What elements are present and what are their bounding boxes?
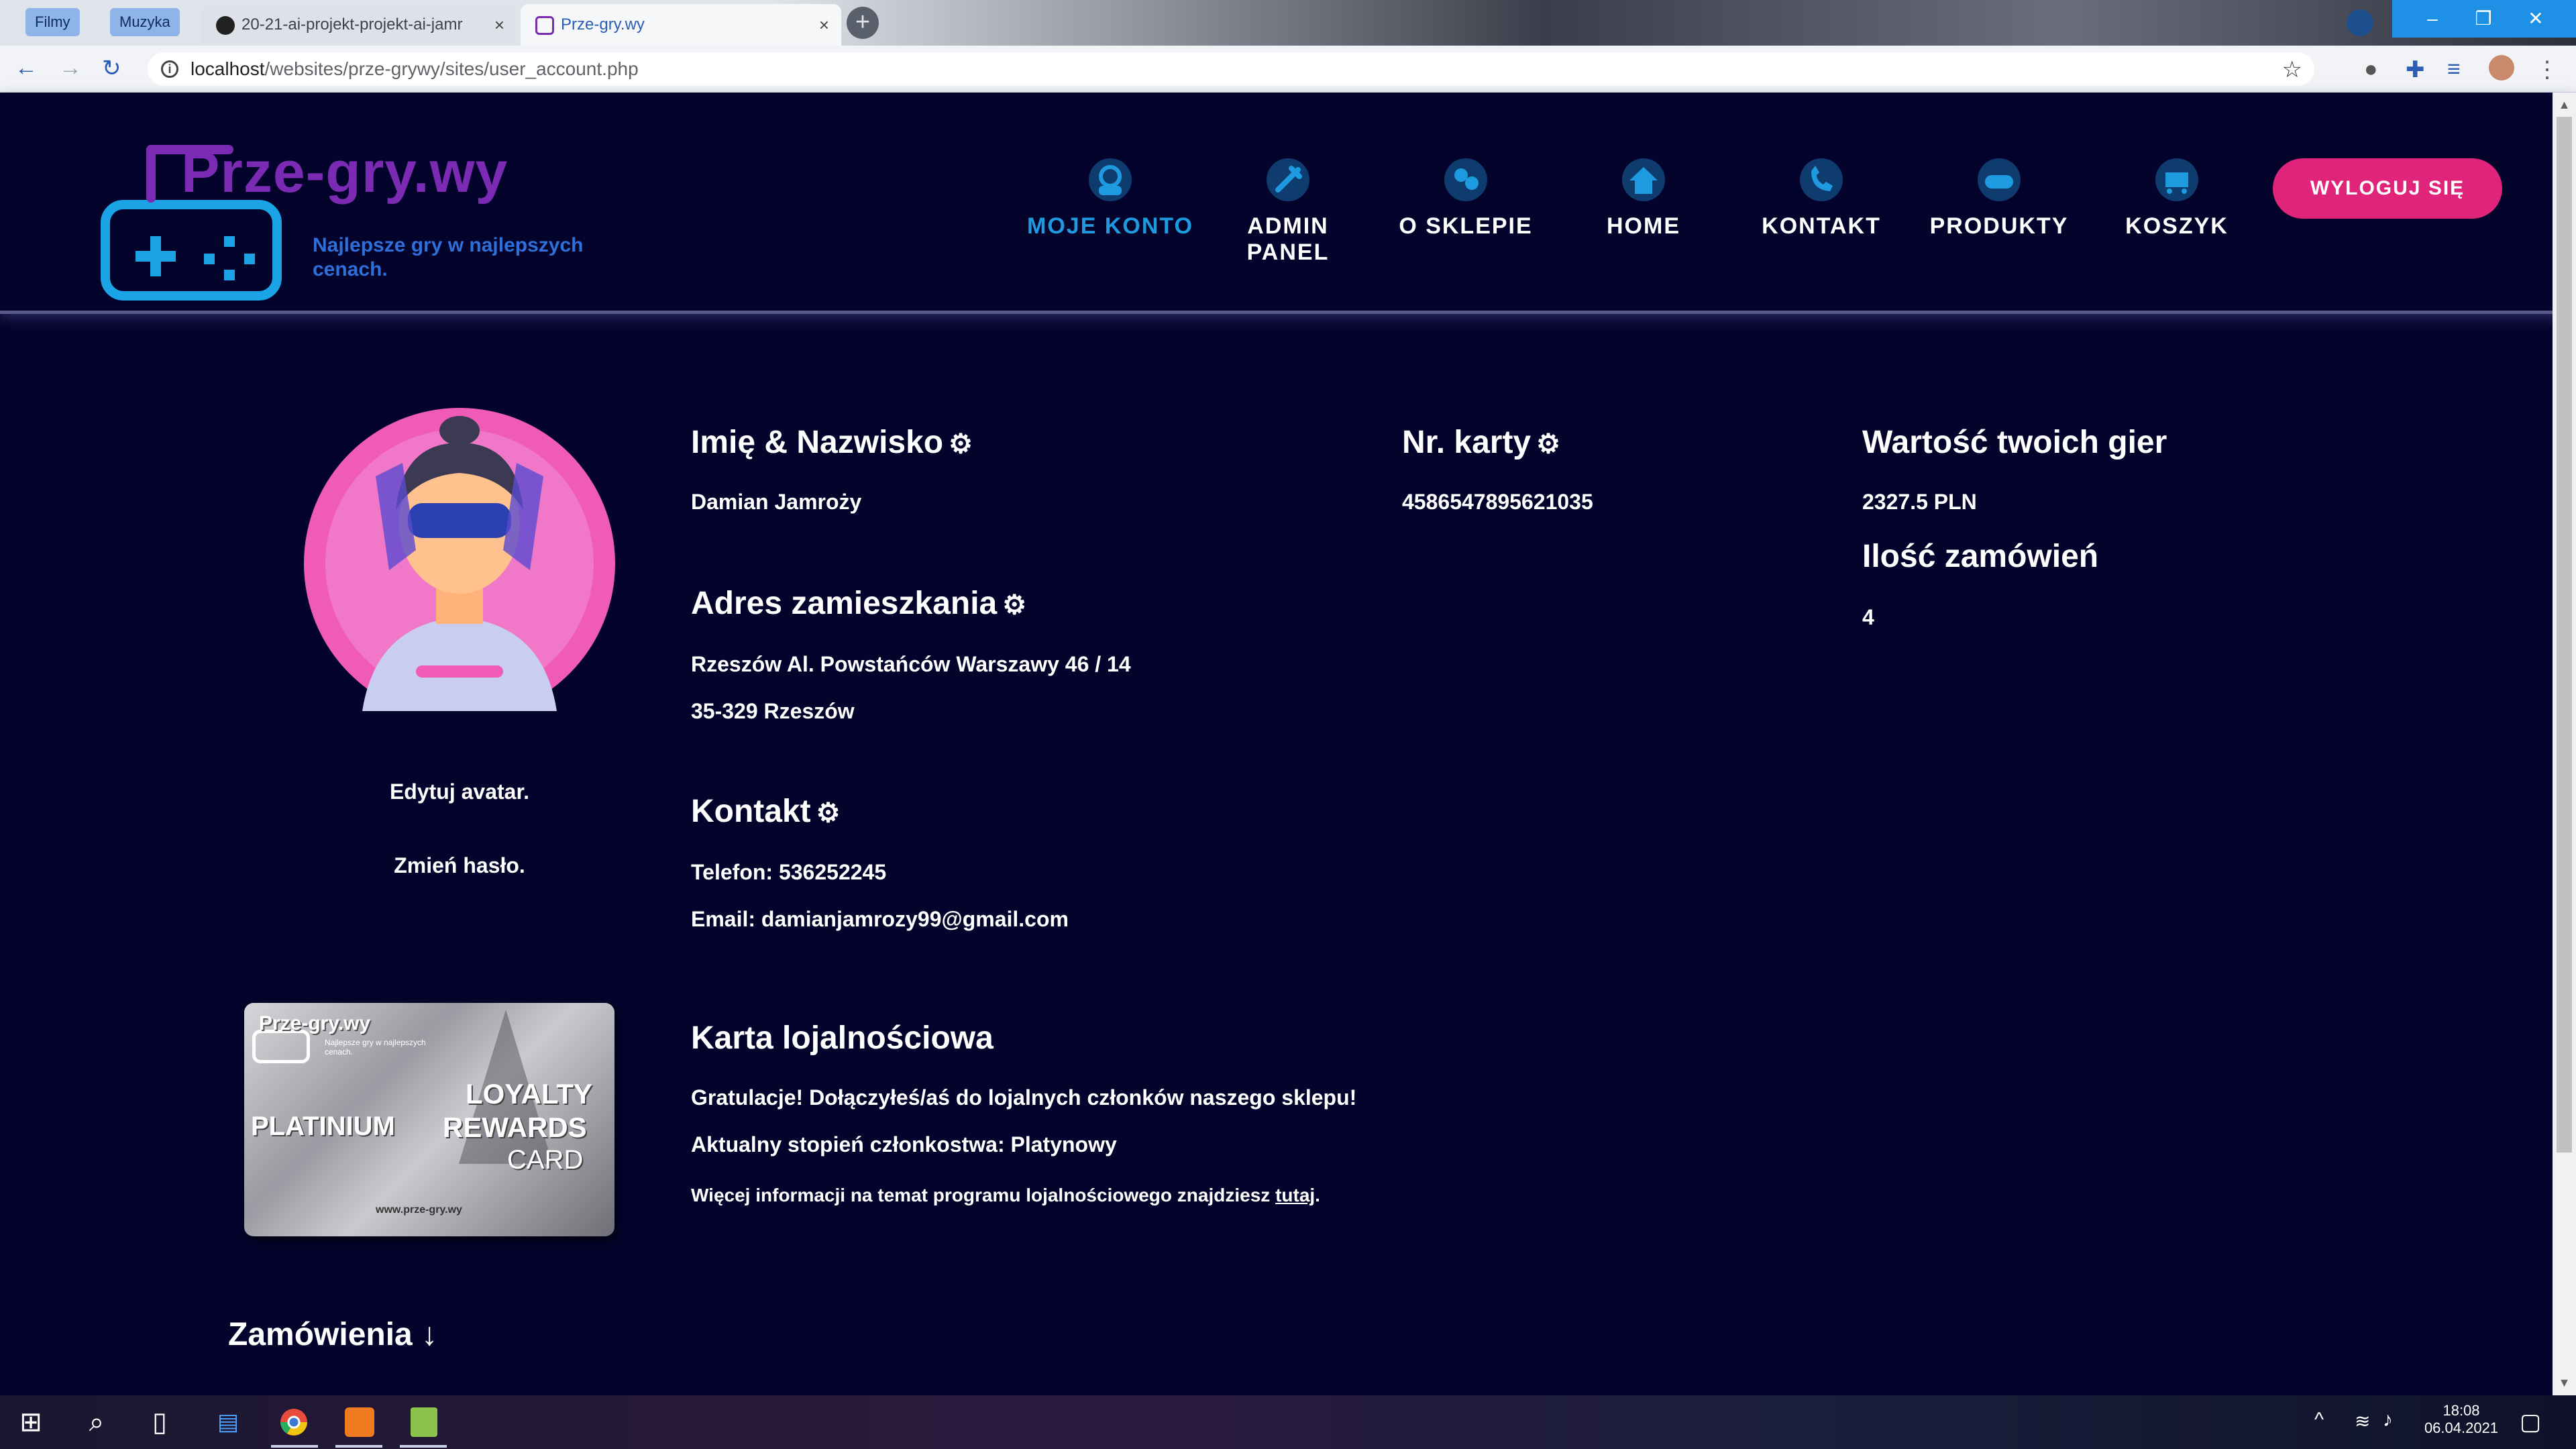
logout-button[interactable]: WYLOGUJ SIĘ [2273,158,2502,219]
admin-icon [1267,158,1309,201]
cart-icon [2155,158,2198,201]
address-line-2: 35-329 Rzeszów [691,699,855,723]
nav-item-o-sklepie[interactable]: O SKLEPIE [1382,156,1550,239]
name-value: Damian Jamroży [691,490,862,514]
site-info-icon[interactable]: i [161,60,178,78]
tab-przegrywy[interactable]: Prze-gry.wy × [521,4,841,46]
github-icon [216,16,235,35]
screen: Filmy Muzyka 20-21-ai-projekt-projekt-ai… [0,0,2576,1449]
gear-icon[interactable]: ⚙ [1536,429,1560,459]
tab-title: Prze-gry.wy [561,15,645,34]
site-header: Prze-gry.wy Najlepsze gry w najlepszych … [0,93,2576,314]
nav-item-home[interactable]: HOME [1560,156,1727,239]
address-heading: Adres zamieszkania ⚙ [691,586,1027,621]
chrome-icon[interactable] [275,1405,313,1440]
contact-heading: Kontakt ⚙ [691,794,841,829]
close-window-button[interactable]: ✕ [2496,0,2576,38]
notifications-icon[interactable]: ▢ [2520,1409,2541,1436]
orders-heading[interactable]: Zamówienia ↓ [228,1316,437,1353]
forward-icon[interactable]: → [59,55,82,81]
browser-toolbar: ← → ↻ i localhost/websites/prze-grywy/si… [0,46,2576,93]
card-number-value: 4586547895621035 [1402,490,1593,514]
url-text: localhost/websites/prze-grywy/sites/user… [191,58,639,79]
email-value: Email: damianjamrozy99@gmail.com [691,907,1069,931]
games-value: 2327.5 PLN [1862,490,1977,514]
bookmark-star-icon[interactable]: ☆ [2282,56,2302,83]
file-explorer-icon[interactable]: ▤ [209,1405,247,1440]
phone-icon [1800,158,1843,201]
gear-icon[interactable]: ⚙ [1002,590,1026,620]
games-value-heading: Wartość twoich gier [1862,425,2167,460]
phone-value: Telefon: 536252245 [691,860,887,884]
media-icon[interactable]: ≡ [2447,56,2461,83]
user-avatar[interactable] [302,396,617,711]
tab-github[interactable]: 20-21-ai-projekt-projekt-ai-jamr × [201,4,517,46]
clock[interactable]: 18:08 06.04.2021 [2411,1402,2512,1437]
account-icon [1089,158,1132,201]
gear-icon[interactable]: ⚙ [949,429,973,459]
edit-avatar-link[interactable]: Edytuj avatar. [309,780,610,804]
wifi-icon[interactable]: ≋ [2355,1410,2370,1432]
extension-icon[interactable]: ● [2364,56,2378,83]
nav-item-admin-panel[interactable]: ADMIN PANEL [1204,156,1372,266]
back-icon[interactable]: ← [15,55,38,81]
profile-dropdown-icon[interactable] [2347,9,2373,36]
logo-title: Prze-gry.wy [181,140,508,205]
menu-dots-icon[interactable]: ⋮ [2536,56,2559,83]
loyalty-congrats: Gratulacje! Dołączyłeś/aś do lojalnych c… [691,1085,1357,1110]
about-icon [1444,158,1487,201]
tray-expand-icon[interactable]: ^ [2314,1409,2324,1432]
change-password-link[interactable]: Zmień hasło. [309,853,610,878]
loyalty-more-info: Więcej informacji na temat programu loja… [691,1185,1320,1205]
gear-icon[interactable]: ⚙ [816,798,841,828]
gamepad-logo-icon [101,200,282,301]
page-scrollbar[interactable]: ▲ ▼ [2553,93,2576,1395]
gamepad-favicon-icon [535,16,554,35]
tab-title: 20-21-ai-projekt-projekt-ai-jamr [241,15,463,34]
nav-item-moje-konto[interactable]: MOJE KONTO [1026,156,1194,239]
scroll-up-icon[interactable]: ▲ [2553,98,2576,112]
volume-icon[interactable]: ♪ [2383,1409,2393,1432]
loyalty-card-image: Prze-gry.wy Najlepsze gry w najlepszych … [244,1003,614,1236]
puzzle-icon[interactable]: ✚ [2406,56,2425,83]
address-bar[interactable]: i localhost/websites/prze-grywy/sites/us… [148,52,2314,86]
logo-subtitle: Najlepsze gry w najlepszych cenach. [313,234,584,280]
name-heading: Imię & Nazwisko ⚙ [691,425,973,460]
reload-icon[interactable]: ↻ [102,55,121,82]
bookmark-filmy[interactable]: Filmy [25,8,80,36]
close-icon[interactable]: × [819,4,829,46]
avatar[interactable] [2489,55,2514,80]
scroll-thumb[interactable] [2557,117,2572,1152]
nav-item-produkty[interactable]: PRODUKTY [1915,156,2083,239]
bookmark-muzyka[interactable]: Muzyka [110,8,180,36]
account-content: Edytuj avatar. Zmień hasło. Imię & Nazwi… [0,315,2553,1395]
loyalty-level: Aktualny stopień członkostwa: Platynowy [691,1132,1117,1157]
loyalty-info-link[interactable]: tutaj [1275,1185,1315,1205]
site-logo[interactable]: Prze-gry.wy Najlepsze gry w najlepszych … [101,119,624,301]
task-view-icon[interactable]: ▯ [141,1405,178,1440]
windows-start-icon[interactable]: ⊞ [12,1405,50,1440]
search-icon[interactable]: ⌕ [78,1405,115,1440]
card-number-heading: Nr. karty ⚙ [1402,425,1560,460]
loyalty-heading: Karta lojalnościowa [691,1020,994,1056]
scroll-down-icon[interactable]: ▼ [2553,1376,2576,1390]
orders-count-heading: Ilość zamówień [1862,539,2099,574]
xampp-icon[interactable] [341,1405,378,1440]
gamepad-icon [1978,158,2021,201]
nav-item-koszyk[interactable]: KOSZYK [2093,156,2261,239]
home-icon [1622,158,1665,201]
orders-count-value: 4 [1862,605,1874,629]
notepad-icon[interactable] [405,1405,443,1440]
browser-tab-bar: Filmy Muzyka 20-21-ai-projekt-projekt-ai… [0,0,2576,46]
windows-taskbar: ⊞ ⌕ ▯ ▤ ^ ≋ ♪ 18:08 06.04.2021 ▢ [0,1395,2576,1449]
address-line-1: Rzeszów Al. Powstańców Warszawy 46 / 14 [691,652,1131,676]
nav-item-kontakt[interactable]: KONTAKT [1737,156,1905,239]
new-tab-button[interactable]: + [847,7,879,39]
close-icon[interactable]: × [494,4,504,46]
